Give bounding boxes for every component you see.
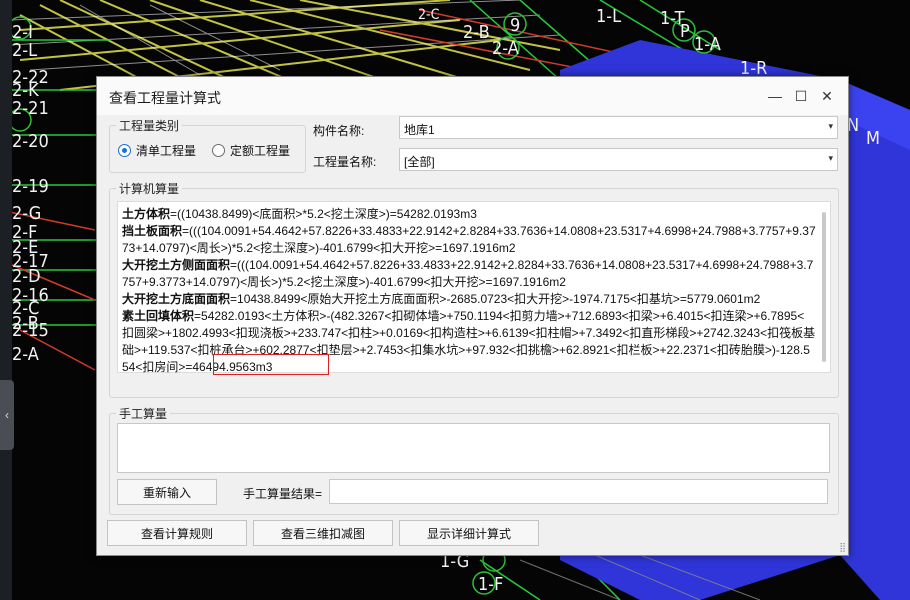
view-3d-deduction-button[interactable]: 查看三维扣减图 [253,520,393,546]
axis-label: 2-I [12,22,33,43]
red-annotation-box [213,354,329,375]
axis-label: 2-20 [12,131,49,152]
axis-label: 1-A [694,34,721,55]
calc-formula-panel[interactable]: 土方体积=((10438.8499)<底面积>*5.2<挖土深度>)=54282… [117,201,831,376]
axis-label: 2-C [418,7,440,23]
calc-line: 土方体积=((10438.8499)<底面积>*5.2<挖土深度>)=54282… [122,207,477,221]
chevron-left-icon: ‹ [5,408,9,422]
category-group-title: 工程量类别 [116,117,183,134]
maximize-icon[interactable]: ☐ [790,85,812,107]
category-groupbox: 工程量类别 清单工程量 定额工程量 [109,117,306,173]
dialog-titlebar[interactable]: 查看工程量计算式 — ☐ ✕ [97,77,848,115]
chevron-down-icon: ▾ [828,121,833,131]
dialog-title: 查看工程量计算式 [109,90,221,106]
calc-line: 大开挖土方侧面面积=(((104.0091+54.4642+57.8226+33… [122,258,814,289]
chevron-down-icon: ▾ [828,153,833,163]
axis-label: 2-15 [12,320,49,341]
axis-label: 2-A [492,38,519,59]
close-icon[interactable]: ✕ [816,85,838,107]
radio-list-quantity[interactable]: 清单工程量 [118,142,196,159]
quantity-name-value: [全部] [404,155,435,169]
axis-label: 2-A [12,344,39,365]
axis-label: 2-19 [12,176,49,197]
quantity-name-label: 工程量名称: [313,155,377,169]
quantity-name-select[interactable]: [全部] ▾ [399,148,838,171]
calc-line: 大开挖土方底面面积=10438.8499<原始大开挖土方底面面积>-2685.0… [122,292,761,306]
component-name-label: 构件名称: [313,124,365,138]
component-name-value: 地库1 [404,123,435,137]
minimize-icon[interactable]: — [764,85,786,107]
axis-label: 1-F [478,574,504,595]
computer-calc-group-title: 计算机算量 [116,180,183,197]
radio-selected-icon [118,144,131,157]
reinput-button[interactable]: 重新输入 [117,479,217,505]
manual-calc-group-title: 手工算量 [116,405,171,422]
manual-result-field[interactable] [329,479,828,504]
axis-label: 2-21 [12,98,49,119]
radio-quota-label: 定额工程量 [230,144,291,158]
quantity-formula-dialog: 查看工程量计算式 — ☐ ✕ 工程量类别 清单工程量 定额工程量 构件名称: 地… [96,76,849,556]
manual-result-label: 手工算量结果= [243,487,323,501]
axis-label: 1-L [596,6,622,27]
axis-label: 2-G [12,203,42,224]
left-panel-strip [0,0,12,600]
axis-label: M [866,128,880,149]
axis-label: P [680,21,690,42]
vertical-scrollbar[interactable] [822,212,826,362]
show-detail-formula-button[interactable]: 显示详细计算式 [399,520,539,546]
component-name-select[interactable]: 地库1 ▾ [399,116,838,139]
radio-list-label: 清单工程量 [136,144,197,158]
axis-label: 9 [510,15,521,36]
calc-line: 挡土板面积=(((104.0091+54.4642+57.8226+33.483… [122,224,816,255]
axis-label: 2-D [12,266,41,287]
radio-unselected-icon [212,144,225,157]
resize-grip-icon[interactable]: ⣿ [839,542,846,553]
calc-formula-text: 土方体积=((10438.8499)<底面积>*5.2<挖土深度>)=54282… [122,206,816,376]
collapse-panel-tab[interactable]: ‹ [0,380,14,450]
axis-label: 2-B [463,22,490,43]
view-rules-button[interactable]: 查看计算规则 [107,520,247,546]
axis-label: 2-L [12,40,38,61]
radio-quota-quantity[interactable]: 定额工程量 [212,142,290,159]
manual-formula-input[interactable] [117,423,830,473]
